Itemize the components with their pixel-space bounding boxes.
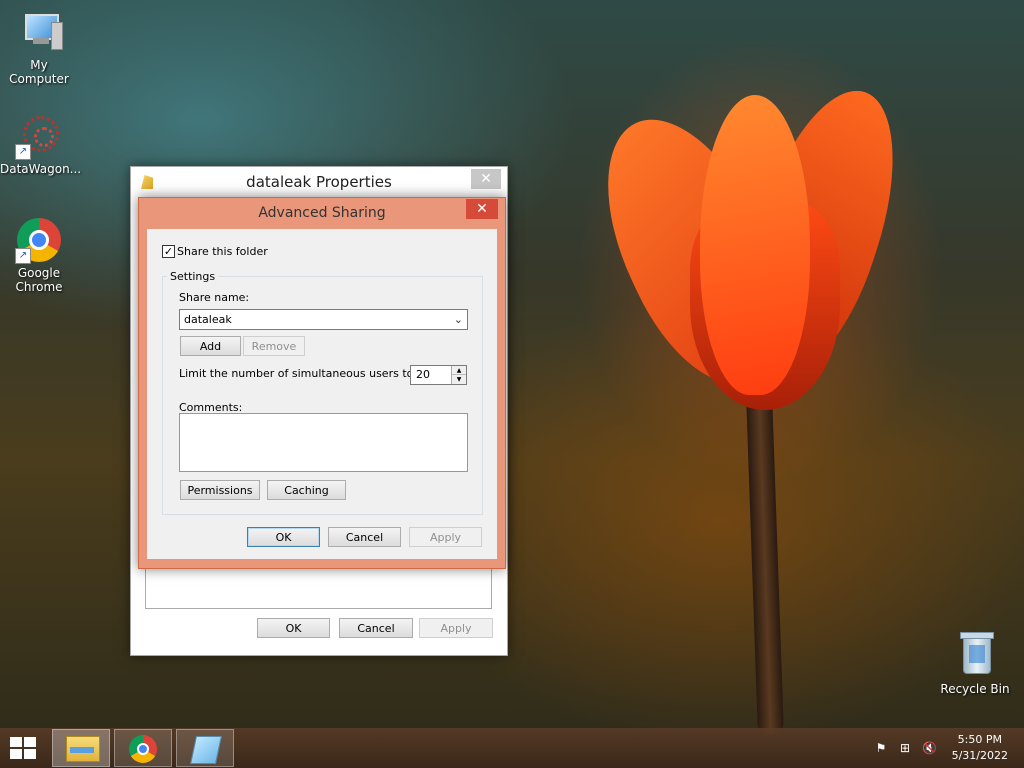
- properties-titlebar[interactable]: dataleak Properties ✕: [131, 167, 507, 197]
- caching-button[interactable]: Caching: [267, 480, 346, 500]
- share-folder-checkbox[interactable]: ✓: [162, 245, 175, 258]
- spin-up-icon[interactable]: ▲: [452, 366, 466, 375]
- desktop-icon-datawagon[interactable]: ↗ DataWagon...: [0, 112, 82, 176]
- chrome-icon: ↗: [15, 216, 63, 264]
- desktop-icon-label: Recycle Bin: [940, 682, 1010, 696]
- taskbar-file-explorer[interactable]: [52, 729, 110, 767]
- advanced-sharing-close-button[interactable]: ✕: [466, 199, 498, 219]
- action-center-flag-icon[interactable]: ⚑: [874, 741, 888, 755]
- comments-textarea[interactable]: [179, 413, 468, 472]
- windows-start-icon[interactable]: [10, 737, 38, 759]
- advanced-ok-button[interactable]: OK: [247, 527, 320, 547]
- shortcut-arrow-icon: ↗: [15, 248, 31, 264]
- volume-muted-icon[interactable]: 🔇: [922, 741, 937, 755]
- clock-date: 5/31/2022: [951, 749, 1008, 762]
- folder-icon: [141, 175, 153, 189]
- chrome-icon: [129, 735, 157, 763]
- desktop-icon-recycle-bin[interactable]: Recycle Bin: [936, 632, 1014, 696]
- taskbar: ⚑ ⊞ 🔇 5:50 PM 5/31/2022: [0, 728, 1024, 768]
- permissions-button[interactable]: Permissions: [180, 480, 260, 500]
- datawagon-icon: ↗: [15, 112, 63, 160]
- desktop-icon-google-chrome[interactable]: ↗ Google Chrome: [0, 216, 78, 294]
- properties-title: dataleak Properties: [246, 173, 392, 191]
- recycle-bin-icon: [951, 632, 999, 680]
- network-icon[interactable]: ⊞: [898, 741, 912, 755]
- properties-ok-button[interactable]: OK: [257, 618, 330, 638]
- advanced-sharing-titlebar[interactable]: Advanced Sharing ✕: [139, 198, 505, 228]
- limit-users-label: Limit the number of simultaneous users t…: [179, 367, 418, 380]
- shortcut-arrow-icon: ↗: [15, 144, 31, 160]
- limit-users-value: 20: [416, 368, 430, 381]
- advanced-sharing-dialog: Advanced Sharing ✕ ✓ Share this folder S…: [138, 197, 506, 569]
- tulip-petal: [700, 95, 810, 395]
- desktop-icon-label: Google Chrome: [15, 266, 63, 294]
- advanced-sharing-title: Advanced Sharing: [258, 205, 386, 221]
- properties-cancel-button[interactable]: Cancel: [339, 618, 413, 638]
- share-folder-label[interactable]: Share this folder: [177, 245, 268, 258]
- properties-close-button[interactable]: ✕: [471, 169, 501, 189]
- clock-time: 5:50 PM: [957, 733, 1002, 746]
- tulip-stem: [746, 394, 784, 736]
- share-name-combobox[interactable]: dataleak ⌄: [179, 309, 468, 330]
- share-name-label: Share name:: [179, 291, 250, 304]
- remove-share-button[interactable]: Remove: [243, 336, 305, 356]
- advanced-cancel-button[interactable]: Cancel: [328, 527, 401, 547]
- desktop-icon-my-computer[interactable]: My Computer: [0, 8, 78, 86]
- advanced-apply-button[interactable]: Apply: [409, 527, 482, 547]
- desktop-icon-label: My Computer: [9, 58, 69, 86]
- taskbar-chrome[interactable]: [114, 729, 172, 767]
- computer-icon: [15, 8, 63, 56]
- advanced-sharing-client: ✓ Share this folder Settings Share name:…: [147, 229, 497, 559]
- chevron-down-icon[interactable]: ⌄: [454, 310, 463, 329]
- file-explorer-icon: [66, 736, 100, 762]
- share-name-value: dataleak: [184, 313, 232, 326]
- add-share-button[interactable]: Add: [180, 336, 241, 356]
- desktop-icon-label: DataWagon...: [0, 162, 82, 176]
- properties-content-box: [145, 565, 492, 609]
- notepad-icon: [190, 736, 222, 764]
- spin-down-icon[interactable]: ▼: [452, 375, 466, 384]
- properties-apply-button[interactable]: Apply: [419, 618, 493, 638]
- taskbar-notepad[interactable]: [176, 729, 234, 767]
- settings-group-title: Settings: [167, 270, 219, 283]
- taskbar-clock[interactable]: 5:50 PM 5/31/2022: [952, 732, 1008, 764]
- limit-users-spinbox[interactable]: 20 ▲ ▼: [410, 365, 467, 385]
